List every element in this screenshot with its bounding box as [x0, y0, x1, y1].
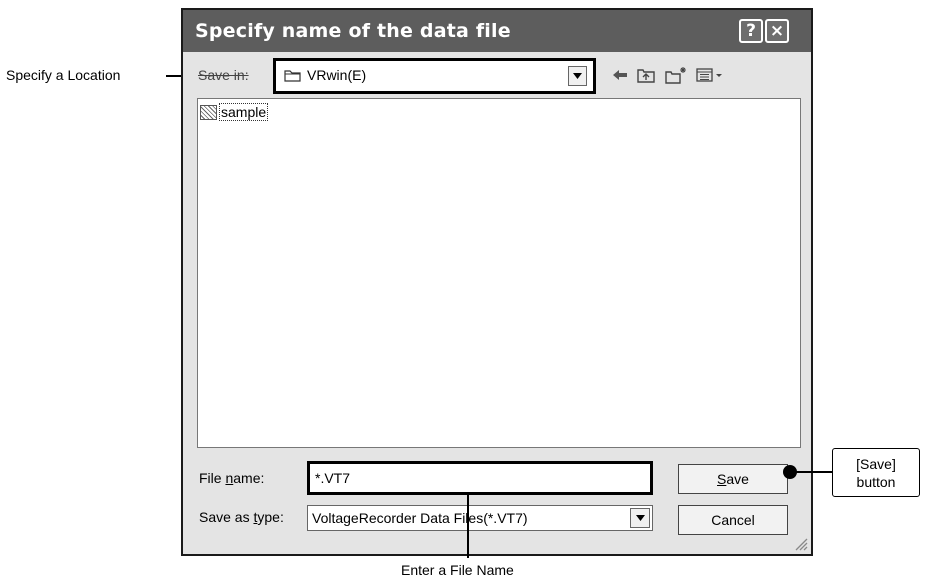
help-icon: ?: [746, 20, 756, 41]
file-name-value: *.VT7: [315, 470, 351, 486]
location-value: VRwin(E): [307, 67, 367, 83]
save-as-type-label: Save as type:: [199, 509, 284, 525]
save-button-rest: ave: [726, 471, 749, 487]
callout-save-line: [791, 471, 833, 473]
save-as-type-value: VoltageRecorder Data Files(*.VT7): [312, 510, 528, 526]
title-bar: Specify name of the data file ? ×: [183, 10, 811, 52]
view-menu-icon[interactable]: [695, 64, 725, 86]
save-as-type-label-pre: Save as: [199, 509, 254, 525]
new-folder-icon[interactable]: [664, 64, 688, 86]
save-dialog: Specify name of the data file ? × Save i…: [181, 8, 813, 556]
resize-grip-icon[interactable]: [794, 537, 808, 551]
dropdown-arrow-icon[interactable]: [630, 508, 650, 528]
save-as-type-dropdown[interactable]: VoltageRecorder Data Files(*.VT7): [307, 505, 653, 531]
dialog-title: Specify name of the data file: [195, 20, 511, 42]
help-button[interactable]: ?: [739, 19, 763, 43]
file-name-input[interactable]: *.VT7: [307, 461, 653, 495]
cancel-button[interactable]: Cancel: [678, 505, 788, 535]
callout-save-button-box: [Save] button: [832, 448, 920, 497]
callout-save-line1: [Save]: [856, 455, 896, 472]
dropdown-arrow-icon[interactable]: [568, 66, 587, 86]
file-name-label: File name:: [199, 470, 264, 486]
data-file-icon: [200, 104, 217, 120]
file-name-label-post: ame:: [233, 470, 265, 486]
callout-save-dot: [783, 465, 797, 479]
callout-file-name-line: [467, 492, 469, 558]
save-button-key: S: [717, 471, 727, 487]
save-in-dropdown[interactable]: VRwin(E): [273, 58, 596, 94]
save-in-label: Save in:: [198, 67, 249, 83]
save-as-type-label-post: ype:: [257, 509, 284, 525]
close-button[interactable]: ×: [765, 19, 789, 43]
list-item[interactable]: sample: [200, 103, 269, 121]
callout-specify-location: Specify a Location: [6, 67, 121, 83]
file-list[interactable]: sample: [197, 98, 801, 448]
up-folder-icon[interactable]: [635, 64, 657, 86]
save-button[interactable]: Save: [678, 464, 788, 494]
file-name-label-pre: File: [199, 470, 226, 486]
file-name-text: sample: [219, 103, 269, 121]
callout-save-line2: button: [856, 473, 896, 490]
callout-enter-file-name: Enter a File Name: [401, 562, 514, 578]
back-arrow-icon[interactable]: [610, 64, 630, 86]
folder-icon: [284, 70, 301, 82]
close-icon: ×: [769, 20, 785, 41]
